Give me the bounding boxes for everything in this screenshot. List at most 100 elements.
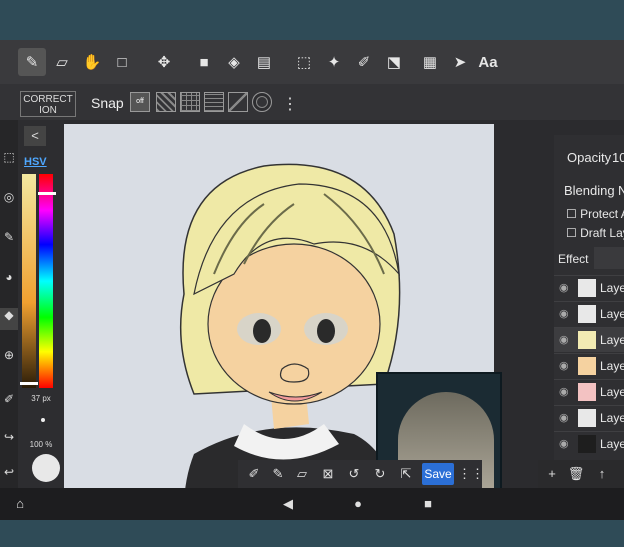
- eraser-icon[interactable]: ▱: [292, 464, 312, 484]
- layer-name: Layer1: [600, 437, 624, 451]
- hue-slider[interactable]: [39, 174, 53, 388]
- layer-thumbnail: [578, 279, 596, 297]
- selection-icon[interactable]: ⬚: [0, 150, 18, 172]
- layer-item-selected[interactable]: ◉ Laye: [554, 327, 624, 352]
- eye-icon[interactable]: ◉: [559, 281, 569, 294]
- layer-item[interactable]: ◉ Laye: [554, 353, 624, 378]
- snap-off-button[interactable]: off: [130, 92, 150, 112]
- move-icon[interactable]: ✥: [150, 48, 178, 76]
- hue-handle[interactable]: [38, 192, 56, 195]
- recents-nav-icon[interactable]: ■: [418, 494, 438, 514]
- effect-dropdown[interactable]: [594, 247, 624, 269]
- snap-grid-icon[interactable]: [180, 92, 200, 112]
- brightness-handle[interactable]: [20, 382, 38, 385]
- edit-select-icon[interactable]: ✐: [350, 48, 378, 76]
- eyedropper-icon[interactable]: ✐: [244, 464, 264, 484]
- magic-wand-icon[interactable]: ✦: [320, 48, 348, 76]
- redo-icon[interactable]: ↻: [370, 464, 390, 484]
- eye-icon[interactable]: ◉: [559, 359, 569, 372]
- correction-button[interactable]: CORRECT ION: [20, 91, 76, 117]
- export-icon[interactable]: ⇱: [396, 464, 416, 484]
- left-eye: [253, 319, 271, 343]
- undo-icon[interactable]: ↺: [344, 464, 364, 484]
- undo-icon[interactable]: ↩: [0, 465, 18, 487]
- delete-layer-icon[interactable]: 🗑: [566, 464, 586, 484]
- color-palette-panel: < HSV 37 px 100 %: [18, 120, 64, 520]
- share-icon[interactable]: ↪: [0, 430, 18, 452]
- right-eye: [317, 319, 335, 343]
- bottom-toolbar: ✐ ✎ ▱ ⊠ ↺ ↻ ⇱ Save ⋮⋮: [238, 460, 484, 488]
- snap-label: Snap: [91, 95, 124, 111]
- layer-item[interactable]: ◉ Laye: [554, 301, 624, 326]
- layer-properties-panel: Opacity 10 Blending N ☐ Protect A ☐ Draf…: [554, 135, 624, 515]
- more-icon[interactable]: ⋮: [282, 94, 298, 114]
- eyedropper-icon[interactable]: ✐: [0, 392, 18, 414]
- snap-diagonal-icon[interactable]: [228, 92, 248, 112]
- snap-circle-icon[interactable]: [252, 92, 272, 112]
- bucket-icon[interactable]: ◈: [220, 48, 248, 76]
- brush-icon[interactable]: ✎: [0, 230, 18, 252]
- rect-select-icon[interactable]: □: [108, 48, 136, 76]
- snap-parallel-icon[interactable]: [156, 92, 176, 112]
- deselect-icon[interactable]: ⊠: [318, 464, 338, 484]
- eye-icon[interactable]: ◉: [559, 333, 569, 346]
- back-nav-icon[interactable]: ◀: [278, 494, 298, 514]
- current-color-swatch[interactable]: [32, 454, 60, 482]
- layer-item[interactable]: ◉ Layer1: [554, 431, 624, 456]
- add-layer-icon[interactable]: +: [542, 464, 562, 484]
- eye-icon[interactable]: ◉: [559, 307, 569, 320]
- brightness-slider[interactable]: [22, 174, 36, 388]
- layer-thumbnail: [578, 409, 596, 427]
- fill-square-icon[interactable]: ■: [190, 48, 218, 76]
- navigator-icon[interactable]: ◎: [0, 190, 18, 212]
- correction-label: CORRECT ION: [23, 94, 73, 116]
- protect-alpha-label: Protect A: [580, 207, 624, 221]
- home-nav-icon[interactable]: ●: [348, 494, 368, 514]
- effect-label: Effect: [558, 252, 589, 266]
- layer-thumbnail: [578, 305, 596, 323]
- layer-item[interactable]: ◉ Laye: [554, 275, 624, 300]
- brush-opacity-label: 100 %: [29, 440, 53, 449]
- layout-icon[interactable]: ▦: [416, 48, 444, 76]
- transform-select-icon[interactable]: ⬔: [380, 48, 408, 76]
- gradient-icon[interactable]: ▤: [250, 48, 278, 76]
- home-app-icon[interactable]: ⌂: [10, 494, 30, 514]
- layer-name: Laye: [600, 333, 624, 347]
- pen-icon[interactable]: ✎: [268, 464, 288, 484]
- layer-item[interactable]: ◉ Layer2: [554, 405, 624, 430]
- save-button[interactable]: Save: [422, 463, 454, 485]
- snap-lines-icon[interactable]: [204, 92, 224, 112]
- lasso-icon[interactable]: ⬚: [290, 48, 318, 76]
- blending-value[interactable]: N: [618, 183, 624, 198]
- text-tool-button[interactable]: Aa: [474, 48, 502, 76]
- protect-alpha-checkbox[interactable]: ☐ Protect A: [566, 207, 624, 221]
- layer-name: Laye: [600, 281, 624, 295]
- layer-item[interactable]: ◉ Laye: [554, 379, 624, 404]
- layers-icon[interactable]: ◆: [0, 308, 18, 330]
- blending-label: Blending: [564, 183, 615, 198]
- draft-layer-label: Draft Lay: [580, 226, 624, 240]
- opacity-label: Opacity: [567, 150, 612, 165]
- hand-icon[interactable]: ✋: [78, 48, 106, 76]
- eye-icon[interactable]: ◉: [559, 385, 569, 398]
- draft-layer-checkbox[interactable]: ☐ Draft Lay: [566, 226, 624, 240]
- left-sidebar: ⬚ ◎ ✎ ◕ ◆ ⊕ ✐ ↪ ↩: [0, 120, 18, 520]
- back-button[interactable]: <: [24, 126, 46, 146]
- eye-icon[interactable]: ◉: [559, 411, 569, 424]
- app-screen: ✎ ▱ ✋ □ ✥ ■ ◈ ▤ ⬚ ✦ ✐ ⬔ ▦ ➤ Aa CORRECT I…: [0, 40, 624, 520]
- hsv-mode-tab[interactable]: HSV: [24, 156, 47, 168]
- layer-thumbnail: [578, 331, 596, 349]
- layer-actions: + 🗑 ↑: [538, 460, 624, 488]
- pen-icon[interactable]: ✎: [18, 48, 46, 76]
- brush-size-preview: [41, 418, 45, 422]
- move-up-icon[interactable]: ↑: [592, 464, 612, 484]
- materials-icon[interactable]: ⊕: [0, 348, 18, 370]
- eraser-icon[interactable]: ▱: [48, 48, 76, 76]
- pointer-icon[interactable]: ➤: [446, 48, 474, 76]
- grid-menu-icon[interactable]: ⋮⋮: [458, 464, 484, 484]
- layer-name: Laye: [600, 307, 624, 321]
- color-palette-icon[interactable]: ◕: [0, 270, 18, 292]
- opacity-value[interactable]: 10: [612, 150, 624, 165]
- layer-thumbnail: [578, 383, 596, 401]
- eye-icon[interactable]: ◉: [559, 437, 569, 450]
